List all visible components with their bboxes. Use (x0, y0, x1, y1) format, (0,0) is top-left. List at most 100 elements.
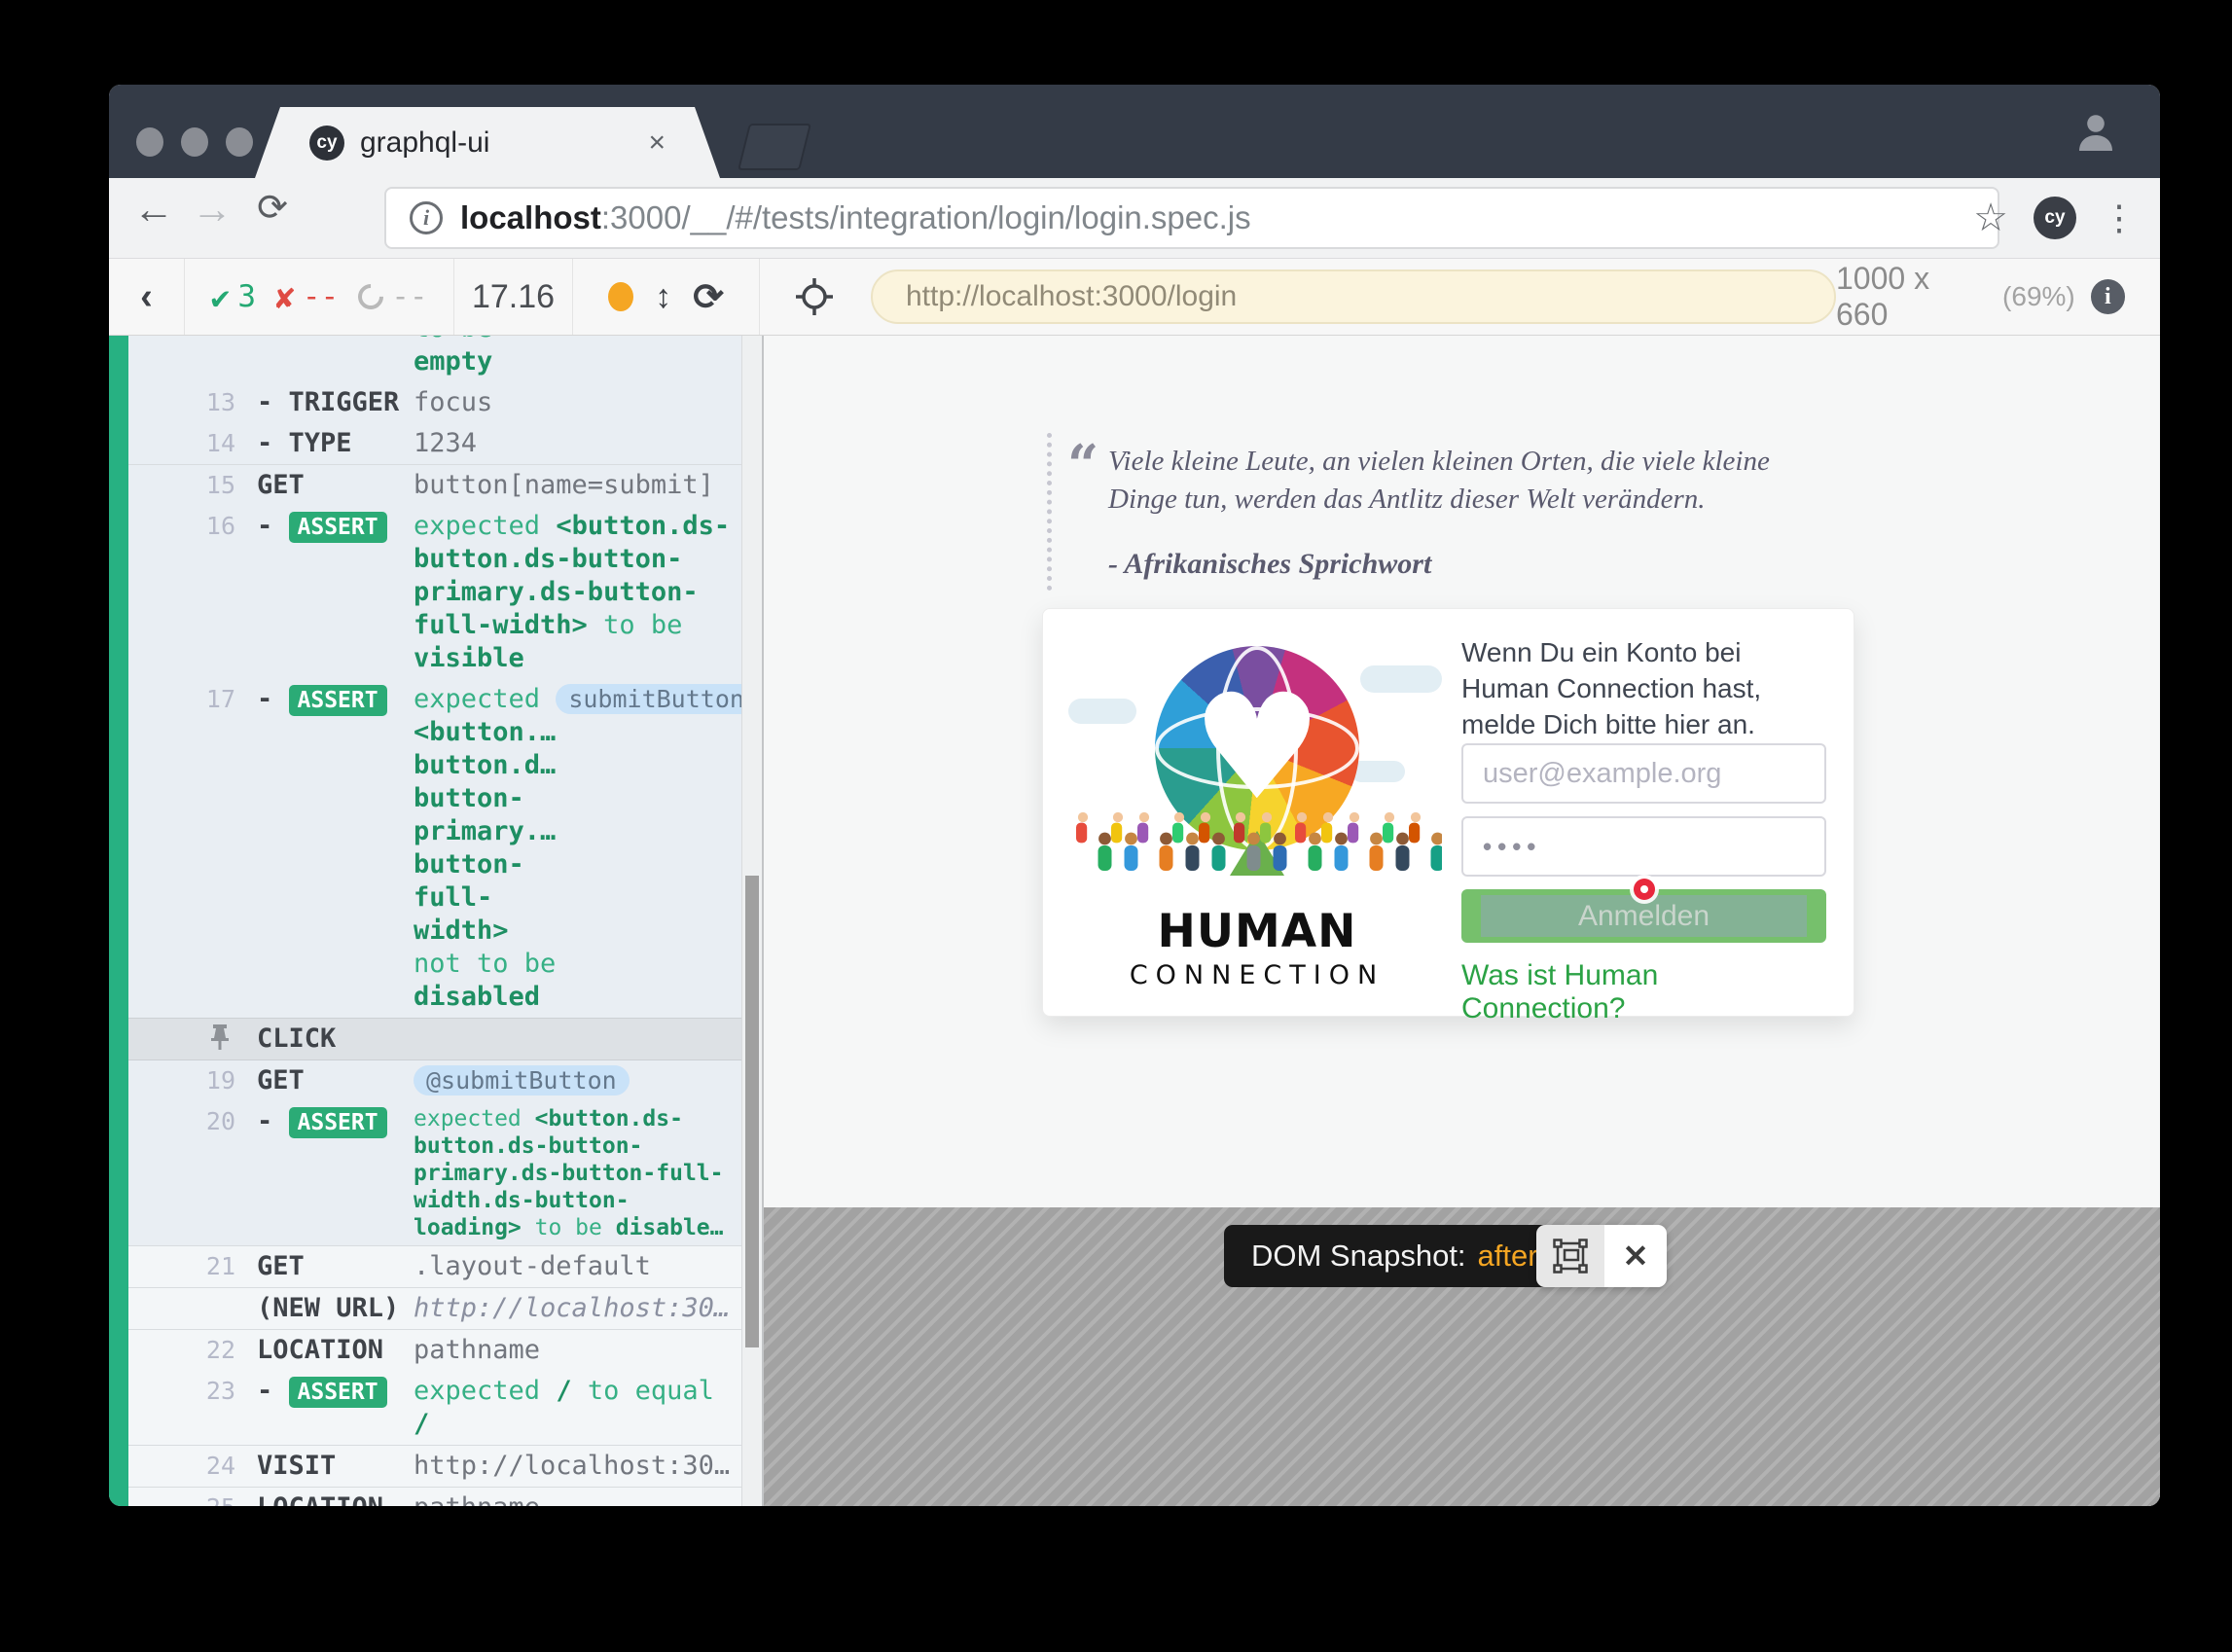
log-text: button- (414, 783, 524, 813)
log-text: expected (414, 684, 556, 714)
log-text: pathname (414, 1492, 540, 1506)
tab-title: graphql-ui (360, 126, 648, 160)
log-row[interactable]: 20- ASSERTexpected <button.ds-button.ds-… (128, 1101, 741, 1246)
password-field[interactable] (1461, 816, 1826, 877)
log-text: / (414, 1409, 429, 1439)
reporter-scrollbar[interactable] (741, 336, 763, 1506)
log-row[interactable]: 15GETbutton[name=submit] (128, 465, 741, 506)
log-text: disabled (414, 982, 540, 1012)
log-row-method: - ASSERT (235, 510, 411, 675)
aut-url-field[interactable]: http://localhost:3000/login (871, 269, 1836, 324)
cypress-click-marker-icon (1634, 879, 1655, 900)
log-text: .layout-default (414, 1251, 651, 1281)
log-row-message: pathname (411, 1491, 734, 1506)
title-bar: cy graphql-ui × (109, 85, 2160, 178)
cypress-extension-icon[interactable]: cy (2034, 197, 2076, 239)
log-row[interactable]: 17- ASSERTexpected submitButton<button.…… (128, 679, 741, 1018)
viewport-info-icon[interactable]: i (2091, 279, 2125, 314)
log-row[interactable]: 22LOCATIONpathname (128, 1330, 741, 1371)
log-row-method (235, 336, 411, 378)
log-row-number (128, 1292, 235, 1325)
browser-window: cy graphql-ui × ← → ⟳ i localhost:3000/_… (109, 85, 2160, 1506)
collapse-reporter-button[interactable]: ‹ (109, 259, 185, 335)
tab-close-icon[interactable]: × (648, 126, 666, 160)
log-row[interactable]: (NEW URL)http://localhost:30… (128, 1288, 741, 1330)
log-row[interactable]: 23- ASSERTexpected / to equal/ (128, 1371, 741, 1446)
log-row[interactable]: 14- TYPE1234 (128, 423, 741, 465)
log-text: visible (414, 643, 524, 673)
assert-badge: ASSERT (289, 685, 387, 716)
scrollbar-thumb[interactable] (745, 876, 759, 1347)
log-row-number: 23 (128, 1375, 235, 1441)
log-text: primary.… (414, 816, 556, 846)
log-text: to be (588, 610, 683, 640)
back-button[interactable]: ← (128, 186, 179, 233)
scroll-toggle-icon[interactable]: ↕ (655, 278, 671, 316)
log-row-message: .layout-default (411, 1250, 734, 1283)
log-text: not to be (414, 949, 556, 979)
toggle-highlights-button[interactable] (1536, 1225, 1604, 1287)
selector-playground-button[interactable] (760, 259, 869, 335)
log-text: pathname (414, 1335, 540, 1365)
log-row[interactable]: 19GET@submitButton (128, 1060, 741, 1101)
reload-button[interactable]: ⟳ (247, 186, 298, 230)
minimize-window-button[interactable] (181, 127, 208, 157)
log-row-message: pathname (411, 1334, 734, 1367)
log-row-message: focus (411, 386, 734, 419)
log-row-message: expected <button.ds-button.ds-button-pri… (411, 510, 734, 675)
stat-failed[interactable]: ✘-- (275, 278, 339, 316)
log-row-number: 14 (128, 427, 235, 460)
log-row-method: GET (235, 469, 411, 502)
close-window-button[interactable] (136, 127, 163, 157)
email-field[interactable] (1461, 743, 1826, 804)
log-row-message: to beempty (411, 336, 734, 378)
login-form: Wenn Du ein Konto bei Human Connection h… (1461, 609, 1826, 1016)
log-row-method: - ASSERT (235, 683, 411, 1014)
stat-pending[interactable]: -- (358, 279, 427, 314)
log-row-pinned[interactable]: CLICK (128, 1018, 741, 1060)
log-row-method: LOCATION (235, 1334, 411, 1367)
log-row-number: 20 (128, 1105, 235, 1241)
browser-navbar: ← → ⟳ i localhost:3000/__/#/tests/integr… (109, 178, 2160, 258)
new-tab-button[interactable] (738, 124, 811, 170)
log-row[interactable]: 13- TRIGGERfocus (128, 382, 741, 423)
alias-pill: submitButton (556, 684, 741, 714)
test-passed-bar (109, 336, 128, 1506)
close-snapshot-button[interactable]: ✕ (1604, 1225, 1667, 1287)
url-text: localhost:3000/__/#/tests/integration/lo… (460, 199, 1251, 236)
profile-avatar-icon[interactable] (2072, 108, 2119, 155)
log-row[interactable]: 24VISIThttp://localhost:30… (128, 1446, 741, 1488)
log-row-message (411, 1023, 734, 1056)
log-row[interactable]: 25LOCATIONpathname (128, 1488, 741, 1506)
assert-badge: ASSERT (289, 512, 387, 543)
log-row-number: 24 (128, 1450, 235, 1483)
log-row-message: expected <button.ds-button.ds-button-pri… (411, 1105, 734, 1241)
browser-menu-icon[interactable]: ⋮ (2102, 198, 2137, 238)
site-info-icon[interactable]: i (410, 201, 443, 234)
address-bar[interactable]: i localhost:3000/__/#/tests/integration/… (384, 187, 1999, 249)
log-row-message: http://localhost:30… (411, 1450, 734, 1483)
viewport-size: 1000 x 660 (1836, 261, 1987, 333)
log-text: button.d… (414, 750, 556, 780)
log-row[interactable]: 21GET.layout-default (128, 1246, 741, 1288)
what-is-link[interactable]: Was ist Human Connection? (1461, 959, 1826, 1025)
log-row[interactable]: 16- ASSERTexpected <button.ds-button.ds-… (128, 506, 741, 679)
log-text: full- (414, 882, 492, 913)
log-row-method: - ASSERT (235, 1105, 411, 1241)
log-text: full-width> (414, 610, 588, 640)
log-row-number: 21 (128, 1250, 235, 1283)
forward-button[interactable]: → (187, 186, 237, 233)
stat-passed[interactable]: ✔3 (210, 278, 256, 316)
snapshot-label: DOM Snapshot: (1251, 1239, 1466, 1274)
browser-tab[interactable]: cy graphql-ui × (255, 107, 720, 178)
assert-badge: ASSERT (289, 1107, 387, 1138)
submit-label: Anmelden (1578, 900, 1710, 933)
bookmark-star-icon[interactable]: ☆ (1973, 196, 2008, 240)
auto-scroll-dot-icon[interactable] (608, 282, 633, 311)
log-row-number: 19 (128, 1064, 235, 1097)
log-row[interactable]: to beempty (128, 336, 741, 382)
rerun-tests-icon[interactable]: ⟳ (693, 275, 724, 319)
passed-count: 3 (237, 279, 256, 314)
maximize-window-button[interactable] (226, 127, 253, 157)
log-text: button[name=submit] (414, 470, 714, 500)
